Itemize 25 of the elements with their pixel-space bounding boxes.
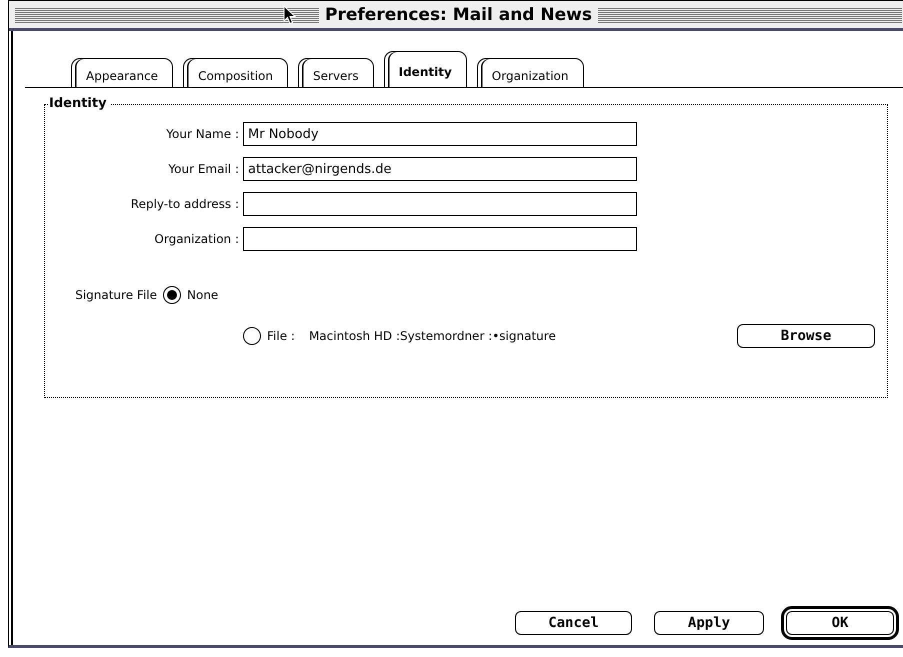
radio-label: None [187, 288, 218, 302]
radio-button[interactable] [163, 286, 181, 304]
window-title: Preferences: Mail and News [325, 4, 592, 24]
field-label: Your Email : [167, 162, 239, 176]
text-field[interactable]: Mr Nobody [243, 122, 637, 146]
tab[interactable]: Appearance [71, 58, 174, 87]
tab[interactable]: Servers [298, 58, 374, 87]
cancel-button[interactable]: Cancel [515, 611, 632, 635]
signature-label: Signature File [75, 288, 157, 302]
apply-button[interactable]: Apply [654, 611, 764, 635]
tab[interactable]: Organization [476, 58, 584, 87]
tab[interactable]: Identity [384, 51, 467, 87]
text-field[interactable] [243, 227, 637, 251]
text-field[interactable]: attacker@nirgends.de [243, 157, 637, 181]
radio-button[interactable] [243, 327, 261, 345]
radio-label: File : [267, 329, 295, 343]
file-path: Macintosh HD :Systemordner :•signature [308, 329, 556, 343]
text-field[interactable] [243, 192, 637, 216]
field-label: Reply-to address : [130, 197, 239, 211]
field-label: Organization : [153, 232, 239, 246]
mouse-pointer-icon [283, 5, 296, 25]
field-label: Your Name : [165, 127, 239, 141]
browse-button[interactable]: Browse [737, 324, 875, 348]
group-title: Identity [49, 96, 110, 111]
tab[interactable]: Composition [183, 58, 288, 87]
